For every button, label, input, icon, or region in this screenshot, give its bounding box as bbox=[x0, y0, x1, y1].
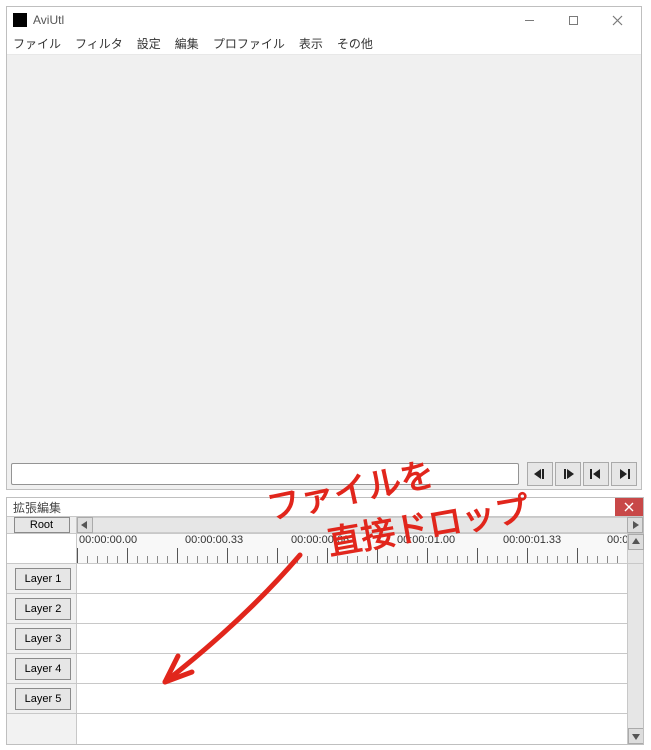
layer-button-1[interactable]: Layer 1 bbox=[15, 568, 71, 590]
prev-frame-button[interactable] bbox=[527, 462, 553, 486]
vscroll-up-icon[interactable] bbox=[628, 534, 644, 550]
preview-area[interactable] bbox=[7, 55, 641, 459]
aviutl-main-window: AviUtl ファイル フィルタ 設定 編集 プロファイル 表示 その他 bbox=[6, 6, 642, 490]
timecode-label: 00:00:00.33 bbox=[185, 534, 243, 546]
timeline-window: 拡張編集 Root 00:00:00.00 00:00:00.33 00:0 bbox=[6, 497, 644, 745]
root-button[interactable]: Root bbox=[14, 517, 70, 533]
titlebar[interactable]: AviUtl bbox=[7, 7, 641, 33]
menu-filter[interactable]: フィルタ bbox=[75, 35, 123, 52]
menu-profile[interactable]: プロファイル bbox=[213, 35, 285, 52]
track-row[interactable] bbox=[77, 654, 627, 684]
menu-settings[interactable]: 設定 bbox=[137, 35, 161, 52]
track-row[interactable] bbox=[77, 624, 627, 654]
timeline-titlebar[interactable]: 拡張編集 bbox=[7, 498, 643, 516]
ruler-zoom-preview[interactable] bbox=[7, 534, 77, 563]
timecode-label: 00:00:01.00 bbox=[397, 534, 455, 546]
minimize-button[interactable] bbox=[507, 8, 551, 32]
vscroll-down-icon[interactable] bbox=[628, 728, 643, 744]
timeline-title: 拡張編集 bbox=[13, 499, 61, 516]
hscroll-right-icon[interactable] bbox=[627, 517, 643, 533]
menu-file[interactable]: ファイル bbox=[13, 35, 61, 52]
layer-button-2[interactable]: Layer 2 bbox=[15, 598, 71, 620]
layer-button-5[interactable]: Layer 5 bbox=[15, 688, 71, 710]
layer-header-column: Layer 1 Layer 2 Layer 3 Layer 4 Layer 5 bbox=[7, 564, 77, 744]
menubar: ファイル フィルタ 設定 編集 プロファイル 表示 その他 bbox=[7, 33, 641, 55]
transport-bar bbox=[7, 459, 641, 489]
layer-button-4[interactable]: Layer 4 bbox=[15, 658, 71, 680]
timeline-body: Layer 1 Layer 2 Layer 3 Layer 4 Layer 5 bbox=[7, 564, 643, 744]
menu-edit[interactable]: 編集 bbox=[175, 35, 199, 52]
timecode-label: 00:00:01.33 bbox=[503, 534, 561, 546]
hscroll-track[interactable] bbox=[93, 517, 627, 533]
first-frame-button[interactable] bbox=[583, 462, 609, 486]
maximize-button[interactable] bbox=[551, 8, 595, 32]
timeline-toolbar-row: Root bbox=[7, 516, 643, 534]
timeline-hscrollbar[interactable] bbox=[77, 517, 643, 533]
hscroll-left-icon[interactable] bbox=[77, 517, 93, 533]
timeline-vscrollbar[interactable] bbox=[627, 564, 643, 744]
timeline-ruler[interactable]: 00:00:00.00 00:00:00.33 00:00:00.66 00:0… bbox=[77, 534, 627, 563]
timeline-close-button[interactable] bbox=[615, 498, 643, 516]
app-icon bbox=[13, 13, 27, 27]
timecode-label: 00:00:01 bbox=[607, 534, 627, 546]
close-button[interactable] bbox=[595, 8, 639, 32]
layer-button-3[interactable]: Layer 3 bbox=[15, 628, 71, 650]
timecode-label: 00:00:00.00 bbox=[79, 534, 137, 546]
last-frame-button[interactable] bbox=[611, 462, 637, 486]
timeline-tracks[interactable] bbox=[77, 564, 627, 744]
window-title: AviUtl bbox=[33, 13, 64, 27]
track-row[interactable] bbox=[77, 684, 627, 714]
timecode-label: 00:00:00.66 bbox=[291, 534, 349, 546]
track-row[interactable] bbox=[77, 564, 627, 594]
menu-other[interactable]: その他 bbox=[337, 35, 373, 52]
menu-view[interactable]: 表示 bbox=[299, 35, 323, 52]
track-row[interactable] bbox=[77, 594, 627, 624]
seek-slider[interactable] bbox=[11, 463, 519, 485]
next-frame-button[interactable] bbox=[555, 462, 581, 486]
timeline-ruler-row: 00:00:00.00 00:00:00.33 00:00:00.66 00:0… bbox=[7, 534, 643, 564]
